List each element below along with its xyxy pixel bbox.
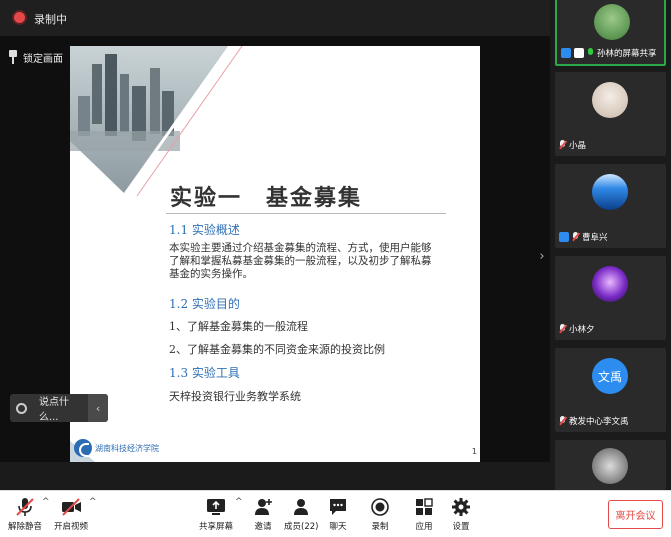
- participant-name-row: 小晶: [559, 138, 586, 152]
- avatar: [592, 82, 628, 118]
- pin-screen-button[interactable]: 锁定画面: [8, 46, 63, 68]
- school-logo-icon: [74, 439, 92, 457]
- school-logo: 湖南科技经济学院: [74, 438, 159, 458]
- participant-tile-4[interactable]: 小林夕: [555, 256, 666, 340]
- participant-tile-3[interactable]: 曹阜兴: [555, 164, 666, 248]
- chevron-up-icon[interactable]: ^: [89, 497, 97, 507]
- chevron-left-icon[interactable]: ‹: [88, 394, 108, 422]
- microphone-muted-icon: [559, 416, 566, 426]
- share-screen-icon: [207, 499, 225, 515]
- participant-name-row: 教发中心李文禹: [559, 414, 629, 428]
- section-overview: 1.1 实验概述: [169, 223, 240, 237]
- invite-label: 邀请: [254, 522, 272, 532]
- title-divider: [166, 213, 446, 214]
- slide-page-number: 1: [471, 447, 477, 456]
- video-off-icon: [62, 498, 81, 516]
- goal-item-1: 1、了解基金募集的一般流程: [169, 320, 308, 333]
- participant-name: 小林夕: [569, 325, 595, 335]
- chat-placeholder[interactable]: 说点什么...: [39, 393, 88, 423]
- chat-icon: [330, 499, 346, 515]
- section-goals: 1.2 实验目的: [169, 297, 240, 311]
- participant-tile-6[interactable]: [555, 440, 666, 490]
- chat-button[interactable]: 聊天: [327, 497, 349, 532]
- avatar: [592, 266, 628, 302]
- participant-name-row: 孙林的屏幕共享: [561, 46, 657, 60]
- avatar: [594, 4, 630, 40]
- participant-tile-2[interactable]: 小晶: [555, 72, 666, 156]
- apps-icon: [416, 498, 433, 515]
- participant-name: 孙林的屏幕共享: [597, 49, 657, 59]
- microphone-muted-icon: [16, 498, 34, 516]
- presentation-slide: 实验一 基金募集 1.1 实验概述 本实验主要通过介绍基金募集的流程、方式，使用…: [70, 46, 480, 462]
- leave-meeting-button[interactable]: 离开会议: [608, 500, 663, 529]
- meeting-toolbar: 解除静音 ^ 开启视频 ^ 共享屏幕 ^ 邀请 成员(22) 聊天 录制 应用 …: [0, 490, 671, 537]
- top-status-bar: 录制中: [0, 0, 550, 36]
- participant-name: 曹阜兴: [582, 233, 608, 243]
- members-icon: [294, 499, 309, 515]
- participant-tile-5[interactable]: 文禹 教发中心李文禹: [555, 348, 666, 432]
- recording-label: 录制中: [34, 13, 67, 26]
- tool-item: 天梓投资银行业务教学系统: [169, 390, 301, 403]
- chevron-right-icon[interactable]: ›: [536, 244, 548, 268]
- apps-label: 应用: [415, 522, 433, 532]
- school-logo-text: 湖南科技经济学院: [95, 443, 159, 453]
- share-screen-button[interactable]: 共享屏幕: [199, 497, 233, 532]
- record-label: 录制: [371, 522, 389, 532]
- members-button[interactable]: 成员(22): [284, 497, 318, 532]
- microphone-muted-icon: [559, 324, 566, 334]
- share-screen-label: 共享屏幕: [199, 522, 234, 532]
- microphone-muted-icon: [572, 232, 579, 242]
- record-icon: [371, 498, 389, 516]
- record-button[interactable]: 录制: [369, 497, 391, 532]
- chat-input-float[interactable]: 说点什么... ‹: [10, 393, 108, 423]
- microphone-muted-icon: [559, 140, 566, 150]
- unmute-label: 解除静音: [8, 522, 43, 532]
- host-icon: [559, 232, 569, 242]
- start-video-button[interactable]: 开启视频: [54, 497, 88, 532]
- avatar: 文禹: [592, 358, 628, 394]
- members-label: 成员(22): [284, 522, 319, 532]
- section-tools: 1.3 实验工具: [169, 366, 240, 380]
- goal-item-2: 2、了解基金募集的不同资金来源的投资比例: [169, 343, 385, 356]
- gear-icon: [452, 498, 470, 516]
- pin-screen-label: 锁定画面: [23, 53, 63, 65]
- avatar: [592, 448, 628, 484]
- participant-name: 小晶: [569, 141, 587, 151]
- participant-strip: 孙林的屏幕共享 小晶 曹阜兴 小林夕 文禹 教发中心李文禹: [550, 0, 671, 490]
- recording-icon: [14, 12, 25, 23]
- unmute-button[interactable]: 解除静音: [8, 497, 42, 532]
- start-video-label: 开启视频: [54, 522, 89, 532]
- chat-label: 聊天: [329, 522, 347, 532]
- meeting-window: 录制中 锁定画面 实验一 基金募集 1.1 实验概述 本实验主要通过介绍基金募集…: [0, 0, 671, 537]
- chevron-up-icon[interactable]: ^: [235, 497, 243, 507]
- avatar: [592, 174, 628, 210]
- overview-paragraph: 本实验主要通过介绍基金募集的流程、方式，使用户能够了解和掌握私募基金募集的一般流…: [169, 242, 432, 280]
- slide-title: 实验一 基金募集: [170, 185, 363, 211]
- participant-name: 教发中心李文禹: [569, 417, 629, 427]
- chevron-up-icon[interactable]: ^: [42, 497, 50, 507]
- participant-name-row: 曹阜兴: [559, 230, 608, 244]
- participant-tile-1[interactable]: 孙林的屏幕共享: [555, 0, 666, 66]
- apps-button[interactable]: 应用: [413, 497, 435, 532]
- shared-screen[interactable]: 锁定画面 实验一 基金募集 1.1 实验概述 本实验主要通过介绍基金募集的流程、…: [0, 36, 550, 462]
- settings-button[interactable]: 设置: [450, 497, 472, 532]
- settings-label: 设置: [452, 522, 470, 532]
- emoji-icon[interactable]: [16, 402, 27, 414]
- host-icon: [561, 48, 571, 58]
- invite-icon: [255, 499, 272, 515]
- invite-button[interactable]: 邀请: [252, 497, 274, 532]
- pin-icon: [8, 50, 18, 64]
- participant-name-row: 小林夕: [559, 322, 595, 336]
- microphone-icon: [587, 48, 594, 58]
- screen-share-icon: [574, 48, 584, 58]
